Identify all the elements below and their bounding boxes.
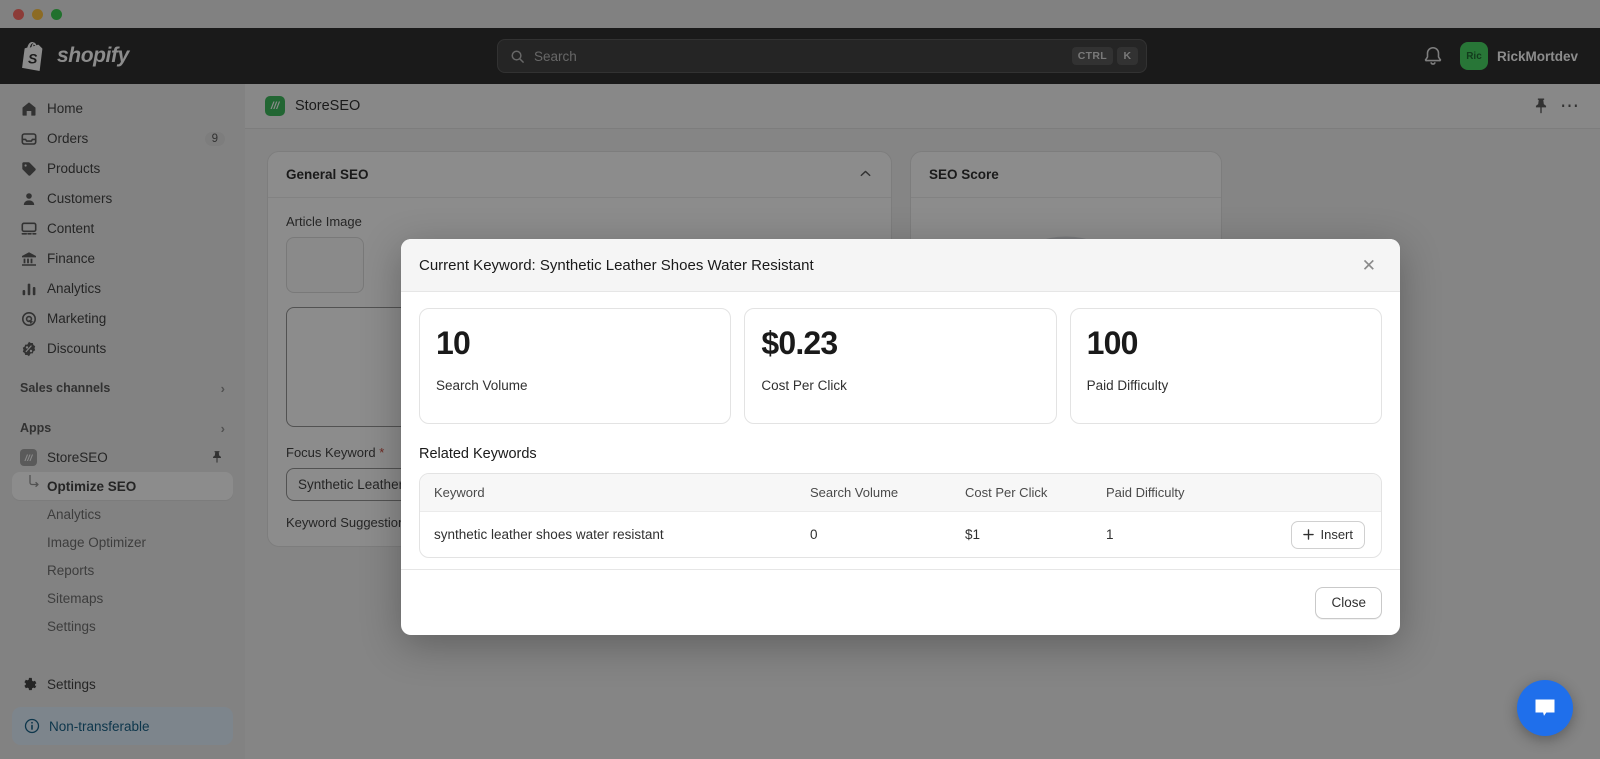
cell-search-volume: 0 xyxy=(810,527,965,542)
keyword-analytics-modal: Current Keyword: Synthetic Leather Shoes… xyxy=(401,239,1400,635)
cell-cost-per-click: $1 xyxy=(965,527,1106,542)
stat-label: Search Volume xyxy=(436,378,714,393)
modal-header: Current Keyword: Synthetic Leather Shoes… xyxy=(401,239,1400,292)
cell-paid-difficulty: 1 xyxy=(1106,527,1251,542)
related-keywords-table: Keyword Search Volume Cost Per Click Pai… xyxy=(419,473,1382,558)
cell-actions: Insert xyxy=(1251,521,1381,549)
insert-keyword-button[interactable]: Insert xyxy=(1291,521,1365,549)
close-button[interactable]: Close xyxy=(1315,587,1382,619)
column-header-search-volume: Search Volume xyxy=(810,485,965,500)
chat-launcher-button[interactable] xyxy=(1517,680,1573,736)
cell-keyword: synthetic leather shoes water resistant xyxy=(420,527,810,542)
close-icon[interactable]: ✕ xyxy=(1356,253,1382,278)
related-keywords-title: Related Keywords xyxy=(419,446,1382,462)
stat-value: 10 xyxy=(436,327,714,361)
app-window: S shopify Search CTRL K xyxy=(0,0,1600,759)
stat-card-cost-per-click: $0.23 Cost Per Click xyxy=(744,308,1056,424)
stat-card-paid-difficulty: 100 Paid Difficulty xyxy=(1070,308,1382,424)
stat-value: $0.23 xyxy=(761,327,1039,361)
keyword-stats-group: 10 Search Volume $0.23 Cost Per Click 10… xyxy=(419,308,1382,424)
stat-label: Paid Difficulty xyxy=(1087,378,1365,393)
stat-value: 100 xyxy=(1087,327,1365,361)
insert-button-label: Insert xyxy=(1320,527,1353,542)
column-header-paid-difficulty: Paid Difficulty xyxy=(1106,485,1251,500)
stat-card-search-volume: 10 Search Volume xyxy=(419,308,731,424)
table-header-row: Keyword Search Volume Cost Per Click Pai… xyxy=(420,474,1381,512)
modal-footer: Close xyxy=(401,569,1400,635)
table-row: synthetic leather shoes water resistant … xyxy=(420,512,1381,557)
stat-label: Cost Per Click xyxy=(761,378,1039,393)
column-header-cost-per-click: Cost Per Click xyxy=(965,485,1106,500)
plus-icon xyxy=(1303,529,1314,540)
chat-bubble-icon xyxy=(1531,694,1559,722)
modal-body: 10 Search Volume $0.23 Cost Per Click 10… xyxy=(401,292,1400,569)
modal-title: Current Keyword: Synthetic Leather Shoes… xyxy=(419,257,1356,274)
column-header-keyword: Keyword xyxy=(420,485,810,500)
